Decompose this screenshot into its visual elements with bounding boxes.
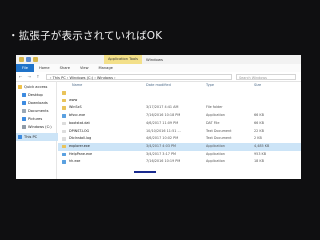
nav-item-pictures[interactable]: Pictures (22, 115, 62, 123)
cell-size: 953 KB (254, 151, 267, 156)
cell-name: www (69, 97, 78, 102)
cell-name: DPINST.LOG (69, 128, 90, 133)
cell-modified: 4/6/2017 10:02 PM (146, 136, 179, 141)
nav-item-documents[interactable]: Documents (22, 107, 62, 115)
search-input[interactable]: Search Windows (236, 73, 296, 80)
cell-size: 22 KB (254, 128, 264, 133)
cell-modified: 7/16/2016 10:18 PM (146, 113, 181, 118)
file-icon (62, 98, 66, 103)
document-icon (22, 109, 26, 113)
cell-name: WinSxS (69, 105, 82, 110)
table-row[interactable]: bfsvc.exe 7/16/2016 10:18 PM Application 66… (58, 112, 301, 120)
cell-size: 66 KB (254, 113, 264, 118)
cell-size: 4,485 KB (254, 143, 270, 148)
cell-name: DtcInstall.log (69, 136, 92, 141)
cell-modified: 3/4/2017 3:17 PM (146, 151, 176, 156)
cell-type: Application (206, 143, 225, 148)
file-icon (62, 114, 66, 118)
cell-type: Application (206, 159, 225, 164)
nav-arrows-icon[interactable]: ← → ↑ (19, 74, 42, 79)
cell-name: bootstat.dat (69, 120, 90, 125)
cell-modified: 7/16/2016 10:19 PM (146, 159, 181, 164)
tab-share[interactable]: Share (55, 64, 75, 72)
file-icon (62, 106, 66, 110)
column-header: Name Date modified Type Size (58, 81, 301, 88)
tab-manage[interactable]: Manage (94, 64, 118, 72)
table-row[interactable]: WinSxS 3/17/2017 4:41 AM File folder (58, 104, 301, 112)
slide-headline: ・拡張子が表示されていればOK (8, 30, 163, 42)
file-icon (62, 121, 66, 126)
column-date-modified[interactable]: Date modified (146, 83, 171, 87)
properties-icon[interactable] (26, 57, 31, 62)
table-row[interactable]: HelpPane.exe 3/4/2017 3:17 PM Application 9… (58, 151, 301, 159)
table-row[interactable]: explorer.exe 3/4/2017 4:03 PM Application 4… (58, 142, 301, 151)
computer-icon (18, 135, 22, 139)
cell-type: Text Document (206, 128, 232, 133)
cell-modified: 10/10/2016 11:51 ... (146, 128, 181, 133)
context-tab-application-tools[interactable]: Application Tools (104, 55, 142, 64)
nav-item-downloads[interactable]: Downloads (22, 99, 62, 107)
column-size[interactable]: Size (254, 83, 261, 87)
explorer-window: Application Tools Windows File Home Shar… (16, 55, 301, 179)
star-icon (18, 85, 22, 89)
tab-home[interactable]: Home (34, 64, 55, 72)
nav-item-windows-c[interactable]: Windows (C:) (22, 123, 62, 131)
nav-item-quick-access[interactable]: Quick access (18, 83, 58, 91)
breadcrumb[interactable]: › This PC › Windows (C:) › Windows › (46, 73, 232, 80)
picture-icon (22, 117, 26, 121)
cell-size: 18 KB (254, 159, 264, 164)
table-row[interactable]: DtcInstall.log 4/6/2017 10:02 PM Text Docu… (58, 135, 301, 143)
tab-view[interactable]: View (75, 64, 94, 72)
highlight-underline (134, 171, 156, 173)
cell-name: HelpPane.exe (69, 151, 93, 156)
tab-file[interactable]: File (16, 64, 35, 72)
cell-type: Application (206, 151, 225, 156)
cell-modified: 3/17/2017 4:41 AM (146, 105, 179, 110)
cell-modified: 4/6/2017 11:09 PM (146, 120, 179, 125)
column-name[interactable]: Name (72, 83, 82, 87)
table-row[interactable]: DPINST.LOG 10/10/2016 11:51 ... Text Docum… (58, 128, 301, 136)
file-icon (62, 160, 66, 164)
column-type[interactable]: Type (206, 83, 214, 87)
drive-icon (22, 125, 26, 129)
cell-name: explorer.exe (69, 143, 90, 148)
window-title: Windows (146, 57, 163, 62)
table-row[interactable]: www (58, 97, 301, 105)
cell-name: bfsvc.exe (69, 113, 86, 118)
file-icon (62, 137, 66, 141)
table-row[interactable]: bootstat.dat 4/6/2017 11:09 PM DAT File 66 … (58, 120, 301, 128)
navigation-pane: Quick access Desktop Downloads Documents… (16, 81, 58, 179)
download-icon (22, 101, 26, 105)
title-bar: Application Tools Windows (16, 55, 301, 64)
file-icon (62, 129, 66, 133)
cell-modified: 3/4/2017 4:03 PM (146, 143, 176, 148)
cell-type: Application (206, 113, 225, 118)
quick-access-toolbar[interactable] (19, 57, 51, 62)
nav-item-this-pc[interactable]: This PC (16, 133, 58, 141)
nav-item-desktop[interactable]: Desktop (22, 91, 62, 99)
new-folder-icon[interactable] (33, 57, 38, 62)
cell-type: File folder (206, 105, 223, 110)
table-row[interactable]: hh.exe 7/16/2016 10:19 PM Application 18 KB (58, 158, 301, 166)
file-icon (62, 144, 66, 149)
file-icon (62, 91, 66, 95)
cell-name: hh.exe (69, 159, 81, 164)
cell-type: Text Document (206, 136, 232, 141)
cell-size: 2 KB (254, 136, 262, 141)
file-list: Name Date modified Type Size www WinSxS 3/… (58, 81, 301, 179)
cell-size: 66 KB (254, 120, 264, 125)
table-row[interactable] (58, 89, 301, 97)
cell-type: DAT File (206, 120, 220, 125)
file-icon (62, 152, 66, 157)
folder-icon[interactable] (19, 57, 24, 62)
desktop-icon (22, 93, 26, 97)
